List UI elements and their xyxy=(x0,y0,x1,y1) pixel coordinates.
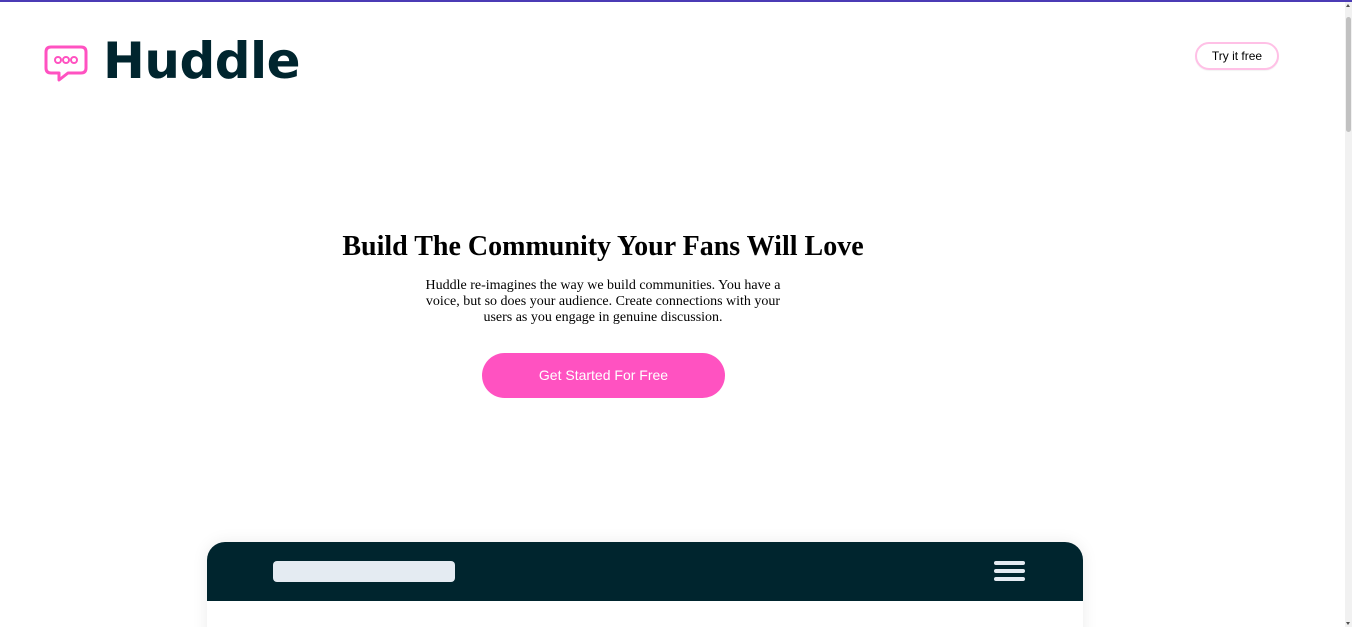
vertical-scrollbar[interactable] xyxy=(1345,2,1352,627)
hero-title: Build The Community Your Fans Will Love xyxy=(342,231,864,262)
hero-description: Huddle re-imagines the way we build comm… xyxy=(425,278,781,325)
scrollbar-thumb[interactable] xyxy=(1346,17,1351,132)
scroll-down-arrow-icon[interactable] xyxy=(1345,620,1352,627)
get-started-button[interactable]: Get Started For Free xyxy=(482,353,725,398)
app-mockup-image xyxy=(207,542,1083,627)
landing-page: Huddle Try it free Build The Community Y… xyxy=(0,2,1345,627)
mockup-search-bar xyxy=(273,561,455,582)
mockup-header xyxy=(207,542,1083,601)
hamburger-menu-icon xyxy=(994,561,1025,582)
mockup-body xyxy=(207,601,1083,627)
hero-section: Build The Community Your Fans Will Love … xyxy=(0,2,1345,627)
scroll-up-arrow-icon[interactable] xyxy=(1345,2,1352,9)
